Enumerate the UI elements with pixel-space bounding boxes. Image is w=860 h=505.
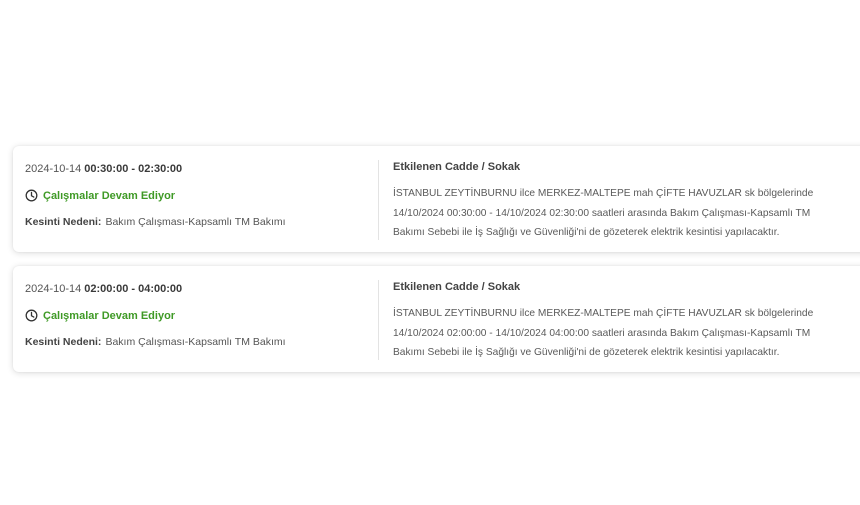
affected-area: Etkilenen Cadde / Sokak İSTANBUL ZEYTİNB… bbox=[393, 266, 860, 372]
card-divider bbox=[378, 160, 379, 240]
reason-label: Kesinti Nedeni: bbox=[25, 216, 102, 228]
status-label: Çalışmalar Devam Ediyor bbox=[43, 309, 176, 322]
outage-date: 2024-10-14 bbox=[25, 283, 82, 295]
affected-heading: Etkilenen Cadde / Sokak bbox=[393, 161, 521, 173]
outage-card: 2024-10-14 00:30:00 - 02:30:00 Çalışmalar… bbox=[13, 146, 860, 252]
reason-value: Bakım Çalışması-Kapsamlı TM Bakımı bbox=[105, 216, 286, 228]
outage-card: 2024-10-14 02:00:00 - 04:00:00 Çalışmalar… bbox=[13, 266, 860, 372]
outage-time-range: 00:30:00 - 02:30:00 bbox=[84, 163, 183, 175]
outage-summary: 2024-10-14 00:30:00 - 02:30:00 Çalışmalar… bbox=[25, 146, 365, 252]
outage-reason: Kesinti Nedeni: Bakım Çalışması-Kapsamlı … bbox=[25, 336, 286, 348]
affected-description: İSTANBUL ZEYTİNBURNU ilce MERKEZ-MALTEPE… bbox=[393, 308, 814, 358]
outage-datetime: 2024-10-14 02:00:00 - 04:00:00 bbox=[25, 283, 182, 295]
outage-summary: 2024-10-14 02:00:00 - 04:00:00 Çalışmalar… bbox=[25, 266, 365, 372]
affected-area: Etkilenen Cadde / Sokak İSTANBUL ZEYTİNB… bbox=[393, 146, 860, 252]
affected-heading: Etkilenen Cadde / Sokak bbox=[393, 281, 521, 293]
clock-icon bbox=[25, 309, 38, 322]
clock-icon bbox=[25, 189, 38, 202]
outage-status: Çalışmalar Devam Ediyor bbox=[25, 309, 175, 322]
status-label: Çalışmalar Devam Ediyor bbox=[43, 189, 176, 202]
reason-value: Bakım Çalışması-Kapsamlı TM Bakımı bbox=[105, 336, 286, 348]
outage-status: Çalışmalar Devam Ediyor bbox=[25, 189, 175, 202]
card-divider bbox=[378, 280, 379, 360]
outage-time-range: 02:00:00 - 04:00:00 bbox=[84, 283, 183, 295]
outage-list-page: 2024-10-14 00:30:00 - 02:30:00 Çalışmalar… bbox=[0, 0, 860, 505]
affected-description: İSTANBUL ZEYTİNBURNU ilce MERKEZ-MALTEPE… bbox=[393, 188, 814, 238]
outage-date: 2024-10-14 bbox=[25, 163, 82, 175]
outage-datetime: 2024-10-14 00:30:00 - 02:30:00 bbox=[25, 163, 182, 175]
reason-label: Kesinti Nedeni: bbox=[25, 336, 102, 348]
outage-reason: Kesinti Nedeni: Bakım Çalışması-Kapsamlı … bbox=[25, 216, 286, 228]
